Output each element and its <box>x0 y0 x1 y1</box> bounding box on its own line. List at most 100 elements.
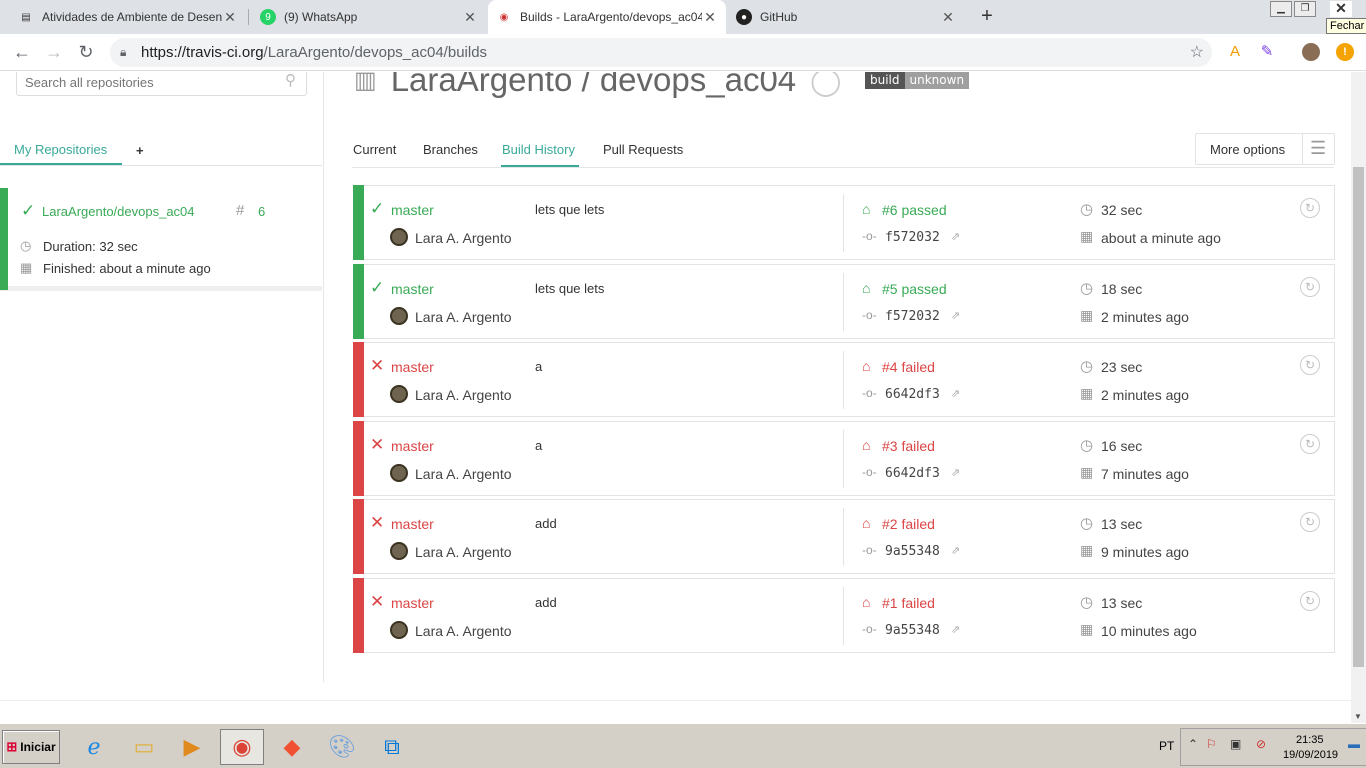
external-link-icon[interactable]: ⇗ <box>951 387 960 400</box>
clock-time[interactable]: 21:35 <box>1296 734 1324 746</box>
file-explorer-icon[interactable]: ▭ <box>122 729 166 765</box>
update-alert-icon[interactable]: ! <box>1336 43 1354 61</box>
build-status-link[interactable]: #3 failed <box>882 438 935 454</box>
new-tab-button[interactable]: + <box>976 5 998 27</box>
restart-build-icon[interactable]: ↻ <box>1300 276 1320 297</box>
add-repository-button[interactable]: + <box>136 143 144 158</box>
restart-build-icon[interactable]: ↻ <box>1300 512 1320 533</box>
branch-link[interactable]: master <box>391 281 434 297</box>
check-icon: ✓ <box>370 277 385 297</box>
tab-branches[interactable]: Branches <box>423 142 478 157</box>
close-tab-icon[interactable]: ✕ <box>222 9 238 26</box>
more-options-button[interactable]: More options ☰ <box>1195 133 1335 165</box>
paint-icon[interactable]: 🎨︎ <box>320 729 364 765</box>
build-status-link[interactable]: #2 failed <box>882 516 935 532</box>
search-box[interactable]: ⚲ <box>16 72 307 96</box>
search-input[interactable] <box>17 72 267 95</box>
branch-link[interactable]: master <box>391 516 434 532</box>
build-row[interactable]: ✕ master add Lara A. Argento ⌂ #2 failed -o- 9a… <box>353 499 1335 575</box>
tab-pull-requests[interactable]: Pull Requests <box>603 142 683 157</box>
back-arrow-icon[interactable]: ← <box>12 42 32 62</box>
restart-build-icon[interactable]: ↻ <box>1300 591 1320 611</box>
tray-volume-icon[interactable]: ⊘ <box>1256 737 1266 751</box>
extension-pen-icon[interactable]: ✎ <box>1258 43 1276 61</box>
commit-sha-link[interactable]: 9a55348 <box>885 544 940 559</box>
branch-link[interactable]: master <box>391 202 434 218</box>
tray-expand-icon[interactable]: ⌃ <box>1188 737 1198 751</box>
build-status-link[interactable]: #1 failed <box>882 595 935 611</box>
vscode-icon[interactable]: ⧉ <box>370 729 414 765</box>
branch-link[interactable]: master <box>391 438 434 454</box>
tray-network-icon[interactable]: ▣ <box>1230 737 1241 751</box>
media-player-icon[interactable]: ▶ <box>170 729 214 765</box>
build-status-link[interactable]: #4 failed <box>882 359 935 375</box>
build-row[interactable]: ✕ master add Lara A. Argento ⌂ #1 failed -o- 9a… <box>353 578 1335 653</box>
external-link-icon[interactable]: ⇗ <box>951 544 960 557</box>
url-bar[interactable]: 🔒︎ https://travis-ci.org/LaraArgento/dev… <box>110 38 1212 67</box>
chrome-icon[interactable]: ◉ <box>220 729 264 765</box>
avatar <box>390 306 408 325</box>
tab-current[interactable]: Current <box>353 142 396 157</box>
clock-date[interactable]: 19/09/2019 <box>1283 749 1338 761</box>
show-desktop-icon[interactable]: ▬ <box>1348 737 1360 751</box>
build-row[interactable]: ✓ master lets que lets Lara A. Argento ⌂ #5 p… <box>353 263 1335 339</box>
close-window-icon[interactable]: ✕ <box>1330 1 1352 17</box>
github-icon[interactable]: ◯ <box>810 72 841 97</box>
profile-avatar[interactable] <box>1302 43 1320 61</box>
repo-link[interactable]: LaraArgento/devops_ac04 <box>42 204 195 219</box>
start-button[interactable]: ⊞ Iniciar <box>2 730 60 764</box>
tab-my-repositories[interactable]: My Repositories <box>14 142 107 157</box>
build-status-link[interactable]: #6 passed <box>882 202 947 218</box>
restart-build-icon[interactable]: ↻ <box>1300 198 1320 218</box>
build-row[interactable]: ✕ master a Lara A. Argento ⌂ #3 failed -o- 6642… <box>353 420 1335 496</box>
extension-a-icon[interactable]: A <box>1226 43 1244 61</box>
commit-sha-link[interactable]: 6642df3 <box>885 387 940 402</box>
search-icon[interactable]: ⚲ <box>285 72 296 89</box>
repo-card[interactable]: ✓ LaraArgento/devops_ac04 # 6 ◷ Duration… <box>0 188 322 291</box>
external-link-icon[interactable]: ⇗ <box>951 309 960 322</box>
language-indicator[interactable]: PT <box>1159 739 1174 753</box>
reload-icon[interactable]: ↻ <box>76 42 96 62</box>
browser-tab-github[interactable]: ● GitHub ✕ <box>728 0 964 34</box>
git-icon[interactable]: ◆ <box>270 729 314 765</box>
hamburger-icon[interactable]: ☰ <box>1310 138 1326 159</box>
maximize-window-icon[interactable]: ❐ <box>1294 1 1316 17</box>
browser-tab-builds[interactable]: ◉ Builds - LaraArgento/devops_ac04 - ✕ <box>488 0 726 34</box>
restart-build-icon[interactable]: ↻ <box>1300 355 1320 376</box>
commit-sha-link[interactable]: f572032 <box>885 230 940 245</box>
build-row[interactable]: ✓ master lets que lets Lara A. Argento ⌂ #6 p… <box>353 185 1335 260</box>
internet-explorer-icon[interactable]: ℯ <box>72 729 116 765</box>
external-link-icon[interactable]: ⇗ <box>951 230 960 243</box>
commit-sha-link[interactable]: 9a55348 <box>885 623 940 638</box>
external-link-icon[interactable]: ⇗ <box>951 466 960 479</box>
close-tab-icon[interactable]: ✕ <box>940 9 956 26</box>
build-finished: 7 minutes ago <box>1101 465 1189 482</box>
tray-security-icon[interactable]: ⚐ <box>1206 737 1217 751</box>
row-divider <box>843 587 844 645</box>
build-row[interactable]: ✕ master a Lara A. Argento ⌂ #4 failed -o- 6642… <box>353 342 1335 418</box>
branch-link[interactable]: master <box>391 359 434 375</box>
forward-arrow-icon[interactable]: → <box>44 42 64 62</box>
commit-sha-link[interactable]: f572032 <box>885 309 940 324</box>
windows-flag-icon: ⊞ <box>6 739 18 754</box>
bookmark-star-icon[interactable]: ☆ <box>1190 42 1204 62</box>
url-text[interactable]: https://travis-ci.org/LaraArgento/devops… <box>141 44 487 61</box>
build-status-badge[interactable]: build unknown <box>865 72 970 89</box>
close-tab-icon[interactable]: ✕ <box>702 9 718 26</box>
scroll-down-icon[interactable]: ▼ <box>1354 712 1362 721</box>
browser-tab-atividades[interactable]: ▤ Atividades de Ambiente de Desenvol ✕ <box>10 0 246 34</box>
close-tab-icon[interactable]: ✕ <box>462 9 478 26</box>
tab-build-history[interactable]: Build History <box>502 142 575 157</box>
page-scrollbar[interactable]: ▼ <box>1351 72 1366 723</box>
browser-tab-whatsapp[interactable]: 9 (9) WhatsApp ✕ <box>252 0 486 34</box>
check-icon: ✓ <box>21 201 36 220</box>
build-status-link[interactable]: #5 passed <box>882 281 947 297</box>
scrollbar-thumb[interactable] <box>1353 167 1364 667</box>
external-link-icon[interactable]: ⇗ <box>951 623 960 636</box>
branch-link[interactable]: master <box>391 595 434 611</box>
commit-sha-link[interactable]: 6642df3 <box>885 466 940 481</box>
divider <box>1302 134 1303 164</box>
restart-build-icon[interactable]: ↻ <box>1300 433 1320 454</box>
build-number-link[interactable]: 6 <box>258 204 265 219</box>
minimize-window-icon[interactable]: ▁ <box>1270 1 1292 17</box>
